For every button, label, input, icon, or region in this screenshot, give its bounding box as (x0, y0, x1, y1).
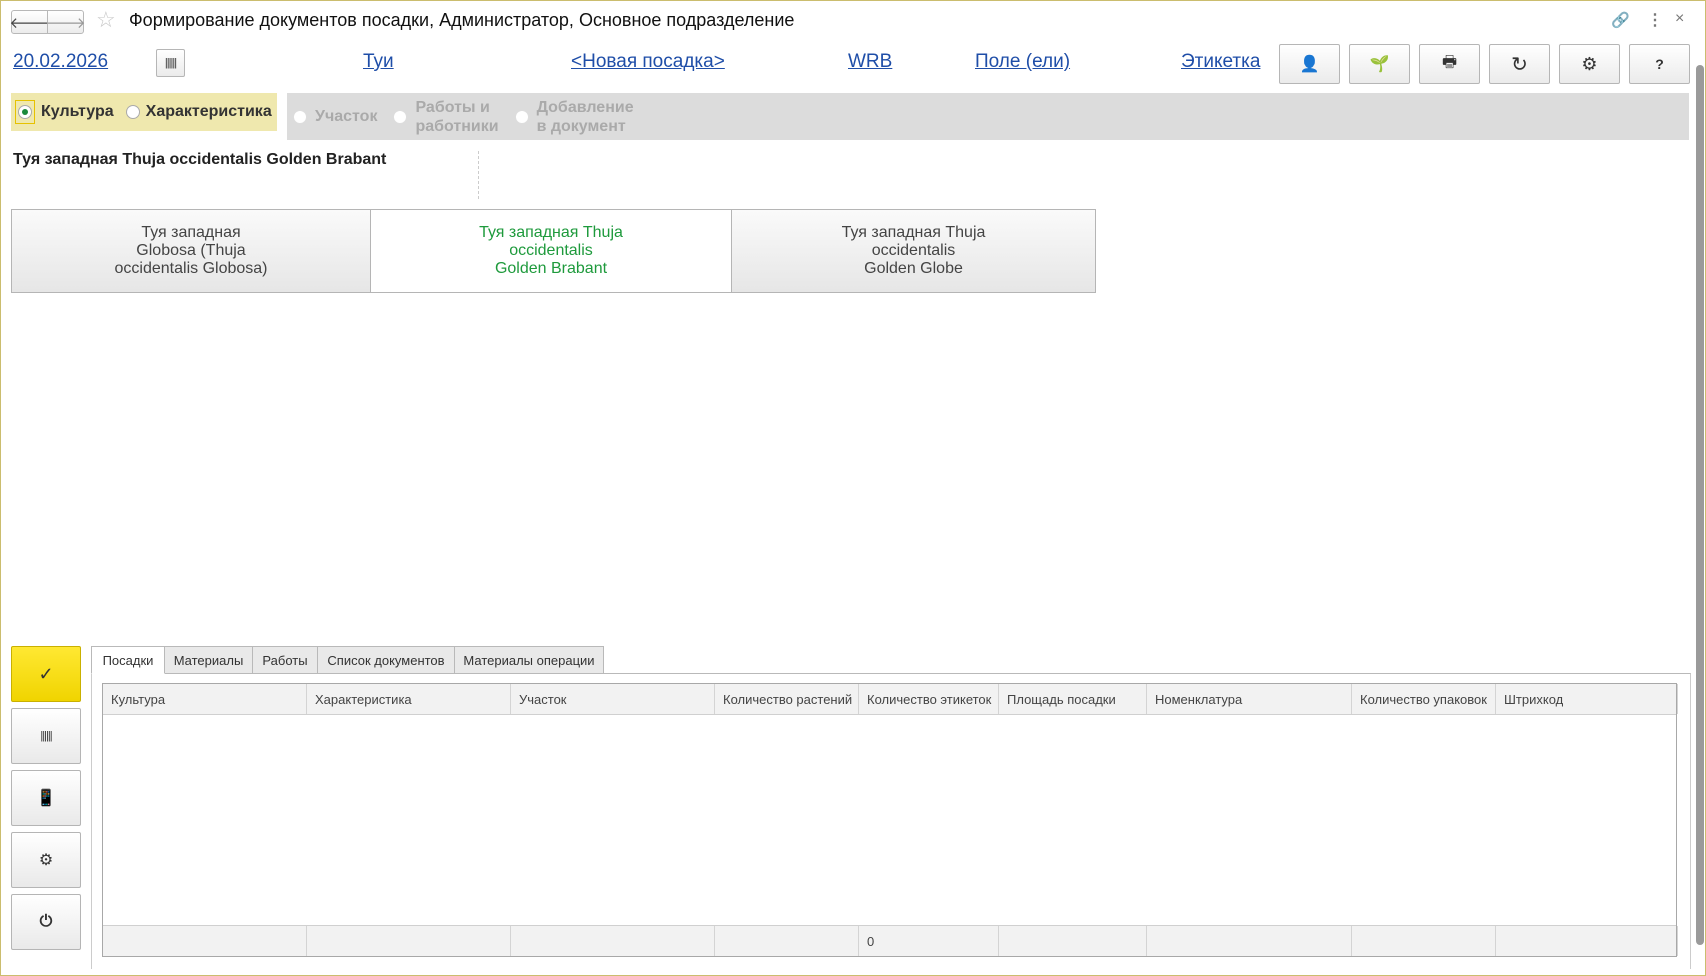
refresh-icon: ↻ (1511, 53, 1528, 76)
scrollbar[interactable] (1695, 51, 1705, 961)
scan-barcode-button[interactable]: |||||| (11, 708, 81, 764)
column-header[interactable]: Номенклатура (1147, 684, 1352, 714)
column-header[interactable]: Количество этикеток (859, 684, 999, 714)
scrollbar-thumb[interactable] (1696, 65, 1704, 945)
power-icon: ⏻ (39, 913, 53, 930)
column-header[interactable]: Штрихкод (1496, 684, 1678, 714)
more-menu-icon[interactable]: ⋮ (1647, 10, 1663, 30)
step-radio-culture[interactable] (18, 104, 32, 119)
check-circle-icon: ✓ (38, 663, 54, 684)
plantings-table: Культура Характеристика Участок Количество … (102, 683, 1678, 957)
arrow-right-icon: 🡒 (45, 14, 86, 32)
culture-card-selected[interactable]: Туя западная Thuja occidentalis Golden B… (370, 209, 732, 293)
column-header[interactable]: Культура (103, 684, 307, 714)
arrow-left-icon: 🡐 (9, 14, 50, 32)
step-radio-add (514, 109, 529, 124)
user-icon: 👤 (1299, 56, 1320, 73)
footer-cell (715, 926, 859, 956)
field-link[interactable]: Поле (ели) (975, 51, 1070, 73)
footer-cell: 0 (859, 926, 999, 956)
back-button[interactable]: 🡐 (9, 10, 50, 34)
confirm-button[interactable]: ✓ (11, 646, 81, 702)
help-icon: ? (1655, 56, 1664, 72)
wrb-link[interactable]: WRB (848, 51, 892, 73)
step-radio-plot (293, 109, 307, 124)
column-header[interactable]: Участок (511, 684, 715, 714)
step-label-works: Работы и работники (415, 98, 499, 135)
power-button[interactable]: ⏻ (11, 894, 81, 950)
tab-works[interactable]: Работы (252, 646, 318, 674)
tab-materials[interactable]: Материалы (164, 646, 253, 674)
culture-card[interactable]: Туя западная Globosa (Thuja occidentalis… (11, 209, 371, 293)
column-header[interactable]: Характеристика (307, 684, 511, 714)
scanner-device-icon: 📱 (36, 790, 56, 807)
culture-card[interactable]: Туя западная Thuja occidentalis Golden G… (731, 209, 1096, 293)
step-label-culture: Культура (41, 103, 114, 120)
footer-cell (1352, 926, 1496, 956)
column-header[interactable]: Площадь посадки (999, 684, 1147, 714)
barcode-icon: |||||| (164, 57, 177, 69)
step-label-characteristic: Характеристика (145, 103, 272, 120)
step-label-add: Добавление в документ (536, 98, 634, 135)
favorite-star-icon[interactable]: ☆ (96, 7, 116, 33)
table-footer: 0 (103, 925, 1678, 956)
printer-icon: 🖶 (1441, 53, 1458, 71)
tab-operation-materials[interactable]: Материалы операции (454, 646, 604, 674)
seedling-shovel-icon: 🌱 (1369, 56, 1390, 73)
column-header[interactable]: Количество упаковок (1352, 684, 1496, 714)
side-settings-button[interactable]: ⚙ (11, 832, 81, 888)
footer-cell (103, 926, 307, 956)
window-title: Формирование документов посадки, Админис… (129, 10, 795, 30)
refresh-button[interactable]: ↻ (1489, 44, 1550, 84)
link-icon[interactable]: 🔗 (1611, 11, 1630, 29)
footer-cell (1147, 926, 1352, 956)
footer-cell (307, 926, 511, 956)
table-header: Культура Характеристика Участок Количество … (103, 684, 1678, 715)
culture-link[interactable]: Туи (363, 51, 394, 73)
barcode-button[interactable]: |||||| (156, 49, 185, 77)
tab-plantings[interactable]: Посадки (91, 646, 165, 674)
help-button[interactable]: ? (1629, 44, 1690, 84)
terminal-button[interactable]: 📱 (11, 770, 81, 826)
label-link[interactable]: Этикетка (1181, 51, 1260, 73)
print-button[interactable]: 🖶 (1419, 44, 1480, 84)
footer-cell (511, 926, 715, 956)
column-header[interactable]: Количество растений (715, 684, 859, 714)
barcode-icon: |||||| (40, 730, 52, 742)
date-link[interactable]: 20.02.2026 (13, 51, 108, 73)
divider (478, 151, 479, 199)
settings-button[interactable]: ⚙ (1559, 44, 1620, 84)
footer-cell (999, 926, 1147, 956)
forward-button[interactable]: 🡒 (45, 10, 86, 34)
user-button[interactable]: 👤 (1279, 44, 1340, 84)
close-icon[interactable]: × (1675, 10, 1684, 28)
step-selector-active: Культура Характеристика (11, 93, 277, 131)
step-radio-works (393, 109, 408, 124)
planting-link[interactable]: <Новая посадка> (571, 51, 725, 73)
tab-documents[interactable]: Список документов (317, 646, 455, 674)
planting-button[interactable]: 🌱 (1349, 44, 1410, 84)
step-radio-characteristic[interactable] (125, 105, 140, 119)
selected-culture-heading: Туя западная Thuja occidentalis Golden B… (13, 151, 387, 168)
footer-cell (1496, 926, 1678, 956)
step-selector-disabled: Участок Работы и работники Добавление в … (287, 93, 1689, 140)
gear-icon: ⚙ (38, 852, 54, 869)
gear-icon: ⚙ (1581, 53, 1598, 74)
step-label-plot: Участок (315, 107, 378, 125)
